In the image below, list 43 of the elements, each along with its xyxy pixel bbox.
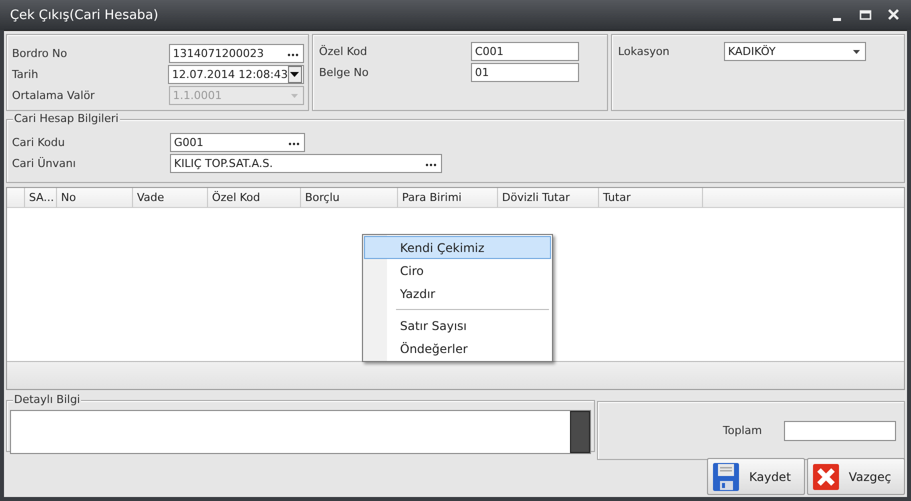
column-header[interactable]: Vade	[133, 188, 208, 207]
field-label: Toplam	[722, 424, 762, 437]
menu-item[interactable]: Yazdır	[364, 282, 551, 305]
caret-icon[interactable]	[852, 47, 861, 56]
window-title: Çek Çıkış(Cari Hesaba)	[10, 8, 158, 22]
memo-field[interactable]	[10, 410, 591, 454]
column-header[interactable]: Borçlu	[301, 188, 398, 207]
date-field[interactable]: 12.07.2014 12:08:43	[168, 65, 304, 84]
column-header[interactable]: Tutar	[599, 188, 703, 207]
scrollbar[interactable]	[570, 411, 590, 453]
lookup-field[interactable]: 1314071200023	[168, 44, 304, 63]
field-label: Özel Kod	[319, 45, 368, 58]
column-header[interactable]: Para Birimi	[398, 188, 498, 207]
column-header[interactable]: Dövizli Tutar	[498, 188, 599, 207]
save-button[interactable]: Kaydet	[707, 458, 805, 495]
input-field[interactable]: 01	[471, 63, 579, 82]
field-label: Ortalama Valör	[12, 89, 96, 102]
menu-item[interactable]: Ciro	[364, 259, 551, 282]
dropdown-button[interactable]	[288, 66, 302, 83]
field-label: Tarih	[12, 68, 40, 81]
dropdown-field[interactable]: KADIKÖY	[724, 42, 866, 61]
lookup-field[interactable]: G001	[170, 133, 305, 152]
input-field[interactable]	[784, 420, 896, 440]
input-field[interactable]: C001	[471, 42, 579, 61]
field-label: Cari Ünvanı	[12, 157, 77, 170]
field-label: Cari Kodu	[12, 136, 66, 149]
maximize-icon[interactable]	[859, 8, 873, 22]
lookup-field[interactable]: KILIÇ TOP.SAT.A.S.	[170, 154, 442, 173]
menu-item[interactable]: Satır Sayısı	[364, 314, 551, 337]
close-icon	[812, 462, 840, 492]
column-header[interactable]: SA...	[25, 188, 57, 207]
cancel-button[interactable]: Vazgeç	[807, 458, 905, 495]
menu-item[interactable]: Kendi Çekimiz	[364, 236, 551, 259]
column-header[interactable]: No	[57, 188, 133, 207]
group-title: Cari Hesap Bilgileri	[13, 112, 120, 125]
column-header[interactable]: Özel Kod	[208, 188, 301, 207]
field-label: Lokasyon	[618, 45, 671, 58]
field-label: Bordro No	[12, 47, 68, 60]
caret-icon	[290, 72, 300, 77]
close-icon[interactable]	[887, 8, 901, 22]
field-label: Belge No	[319, 66, 370, 79]
menu-item[interactable]: Öndeğerler	[364, 337, 551, 360]
group-title: Detaylı Bilgi	[13, 393, 82, 406]
